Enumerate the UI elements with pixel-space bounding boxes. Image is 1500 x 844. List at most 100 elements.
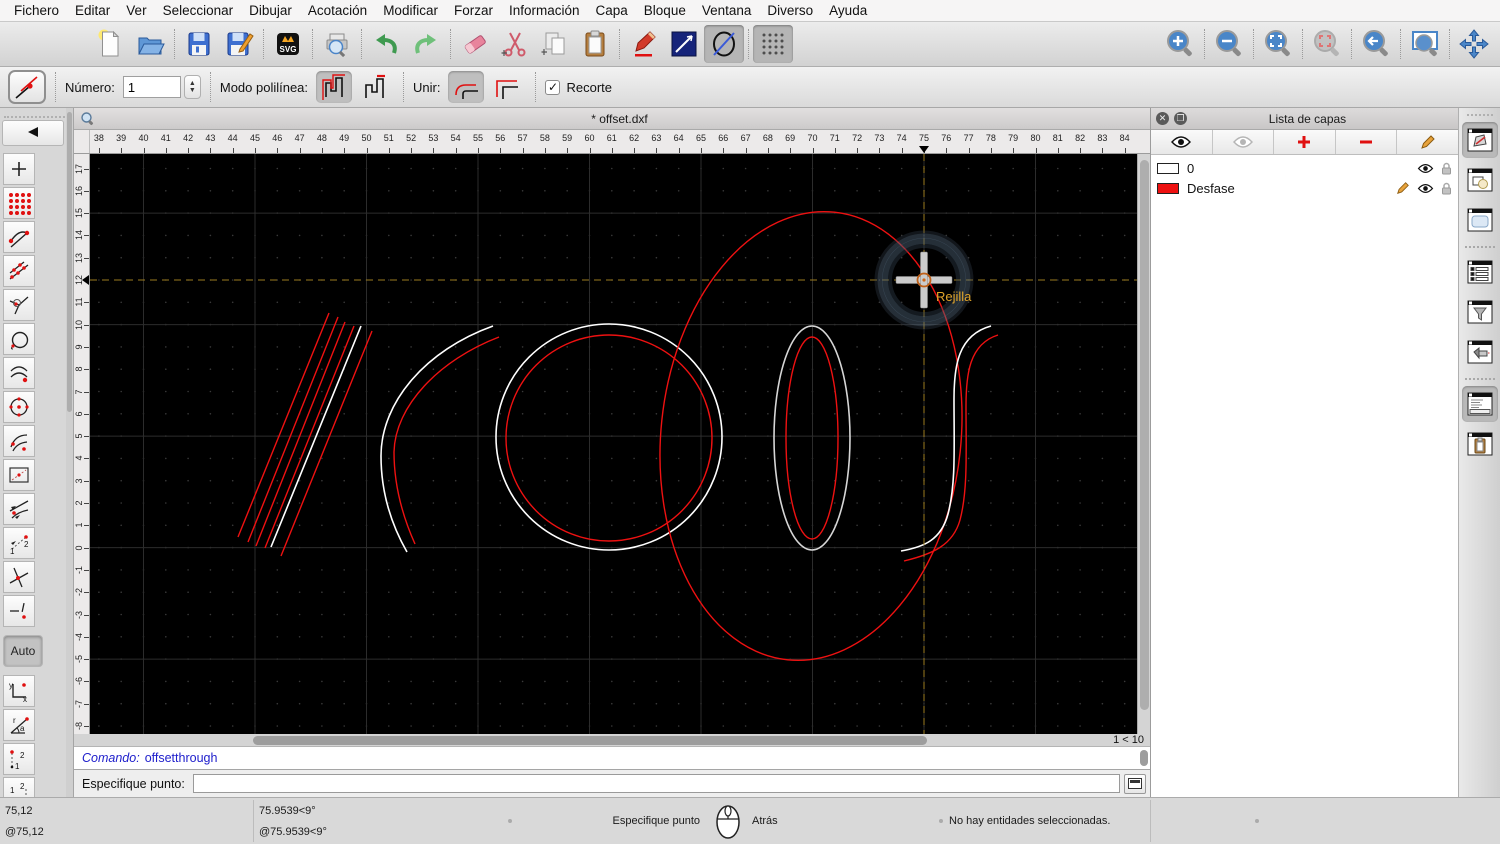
menu-item-ayuda[interactable]: Ayuda [829, 3, 867, 18]
block-list-panel-button[interactable] [1462, 162, 1498, 198]
number-input[interactable] [122, 76, 181, 98]
coordinate-cartesian-button[interactable]: yx [3, 675, 35, 707]
layer-lock-icon[interactable] [1441, 182, 1452, 195]
clipboard-panel-button[interactable] [1462, 426, 1498, 462]
line-tools-button[interactable] [664, 25, 704, 63]
menu-item-informacion[interactable]: Información [509, 3, 580, 18]
redo-button[interactable] [406, 25, 446, 63]
command-line-panel-button[interactable] [1461, 386, 1498, 422]
layer-visibility-icon[interactable] [1417, 183, 1434, 194]
command-options-button[interactable] [1124, 773, 1146, 794]
selection-filter-panel-button[interactable] [1462, 294, 1498, 330]
palette-back-button[interactable] [2, 120, 64, 146]
coordinate-polar-button[interactable]: ra [3, 709, 35, 741]
export-svg-button[interactable]: SVG [268, 25, 308, 63]
menu-item-ventana[interactable]: Ventana [702, 3, 752, 18]
auto-zoom-button[interactable] [1258, 25, 1298, 63]
command-history-scrollbar[interactable] [1140, 750, 1148, 766]
paste-button[interactable] [575, 25, 615, 63]
layer-color-swatch[interactable] [1157, 162, 1179, 174]
new-file-button[interactable] [90, 25, 130, 63]
zoom-selection-button[interactable] [1307, 25, 1347, 63]
menu-item-acotacion[interactable]: Acotación [308, 3, 367, 18]
join-corner-button[interactable] [488, 71, 524, 103]
drawing-canvas[interactable]: Rejilla [90, 154, 1137, 734]
offset-direction-button[interactable] [3, 493, 35, 525]
snap-auto-button[interactable]: Auto [3, 635, 43, 667]
trim-checkbox[interactable]: ✓ [545, 79, 561, 95]
save-button[interactable] [179, 25, 219, 63]
offset-point-button[interactable] [3, 153, 35, 185]
zoom-out-button[interactable] [1209, 25, 1249, 63]
polyline-mode-outline-button[interactable] [316, 71, 353, 103]
snap-on-circle-button[interactable] [3, 323, 35, 355]
panel-close-button[interactable]: ✕ [1156, 112, 1169, 125]
layer-row-desfase[interactable]: Desfase [1151, 178, 1458, 198]
ellipse-tools-button[interactable] [704, 25, 744, 63]
layer-lock-icon[interactable] [1441, 162, 1452, 175]
command-trigger-panel-button[interactable] [1462, 334, 1498, 370]
snap-tangent-button[interactable] [3, 289, 35, 321]
menu-item-ver[interactable]: Ver [126, 3, 146, 18]
erase-button[interactable] [455, 25, 495, 63]
number-stepper[interactable]: ▲ ▼ [183, 75, 201, 99]
cut-button[interactable] [495, 25, 535, 63]
polyline-mode-segment-button[interactable] [356, 71, 392, 103]
zoom-in-button[interactable] [1160, 25, 1200, 63]
pan-button[interactable] [1454, 25, 1494, 63]
relative-polar-button[interactable]: 12 [3, 777, 35, 797]
menu-item-diverso[interactable]: Diverso [767, 3, 813, 18]
property-editor-panel-button[interactable] [1462, 254, 1498, 290]
hide-all-layers-button[interactable] [1213, 130, 1275, 154]
menu-item-bloque[interactable]: Bloque [644, 3, 686, 18]
menu-item-dibujar[interactable]: Dibujar [249, 3, 292, 18]
palette-scrollbar[interactable] [66, 108, 73, 797]
layer-edit-icon[interactable] [1396, 181, 1410, 195]
horizontal-scrollbar-thumb[interactable] [253, 736, 927, 745]
library-browser-panel-button[interactable] [1462, 202, 1498, 238]
menu-item-editar[interactable]: Editar [75, 3, 110, 18]
menu-item-fichero[interactable]: Fichero [14, 3, 59, 18]
palette-drag-handle[interactable] [4, 110, 65, 118]
edit-layer-button[interactable] [1397, 130, 1458, 154]
snap-intersection-manual-button[interactable] [3, 595, 35, 627]
dock-drag-handle[interactable] [1466, 110, 1493, 116]
menu-item-seleccionar[interactable]: Seleccionar [163, 3, 234, 18]
reference-box-button[interactable] [3, 459, 35, 491]
show-all-layers-button[interactable] [1151, 130, 1213, 154]
offset-arc-pair-button[interactable] [3, 357, 35, 389]
layer-list-panel-button[interactable] [1461, 122, 1498, 158]
offset-curve-endpoints-button[interactable] [3, 221, 35, 253]
menu-item-forzar[interactable]: Forzar [454, 3, 493, 18]
draw-tools-button[interactable] [624, 25, 664, 63]
menu-item-modificar[interactable]: Modificar [383, 3, 438, 18]
command-input[interactable] [192, 774, 1120, 793]
sequence-points-button[interactable]: 12 [3, 527, 35, 559]
snap-intersection-button[interactable] [3, 561, 35, 593]
add-layer-button[interactable] [1274, 130, 1336, 154]
canvas-vertical-scrollbar[interactable] [1137, 154, 1150, 734]
undo-button[interactable] [366, 25, 406, 63]
layer-color-swatch[interactable] [1157, 182, 1179, 194]
h-ruler-label: 60 [584, 133, 595, 143]
layer-row-0[interactable]: 0 [1151, 158, 1458, 178]
snap-circle-center-button[interactable] [3, 391, 35, 423]
join-round-button[interactable] [448, 71, 485, 103]
print-preview-button[interactable] [317, 25, 357, 63]
copy-button[interactable] [535, 25, 575, 63]
zoom-window-button[interactable] [1405, 25, 1445, 63]
offset-multiple-points-button[interactable] [3, 255, 35, 287]
menu-item-capa[interactable]: Capa [596, 3, 628, 18]
relative-cartesian-button[interactable]: 12 [3, 743, 35, 775]
active-offset-tool-button[interactable] [8, 70, 46, 104]
layer-visibility-icon[interactable] [1417, 163, 1434, 174]
grid-toggle-button[interactable] [753, 25, 793, 63]
open-file-button[interactable] [130, 25, 170, 63]
previous-view-button[interactable] [1356, 25, 1396, 63]
save-as-button[interactable] [219, 25, 259, 63]
offset-grid-points-button[interactable] [3, 187, 35, 219]
remove-layer-button[interactable] [1336, 130, 1398, 154]
panel-float-button[interactable]: ❐ [1174, 112, 1187, 125]
offset-arc-points-button[interactable] [3, 425, 35, 457]
canvas-horizontal-scrollbar[interactable]: 1 < 10 [74, 734, 1150, 747]
